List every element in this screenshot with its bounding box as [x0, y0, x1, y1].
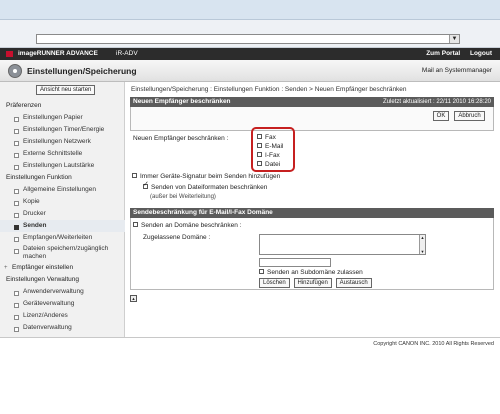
- sidebar-item-store-access-files[interactable]: Dateien speichern/zugänglich machen: [0, 244, 125, 262]
- sidebar-category-preferences: Präferenzen: [6, 102, 42, 109]
- settings-gear-icon: [8, 64, 22, 78]
- page-title: Einstellungen/Speicherung: [27, 66, 137, 76]
- sidebar-item-external-interface[interactable]: Externe Schnittstelle: [0, 148, 125, 160]
- add-button[interactable]: Hinzufügen: [293, 278, 332, 288]
- sidebar: Ansicht neu starten Präferenzen Einstell…: [0, 82, 125, 337]
- section-header: Neuen Empfänger beschränken Zuletzt aktu…: [130, 97, 494, 107]
- sidebar-item-receive-forward[interactable]: Empfangen/Weiterleiten: [0, 232, 125, 244]
- sidebar-item-device-management[interactable]: Geräteverwaltung: [0, 298, 125, 310]
- domain-input[interactable]: [259, 258, 331, 267]
- sidebar-item-copy[interactable]: Kopie: [0, 196, 125, 208]
- ifax-label: I-Fax: [265, 152, 280, 159]
- except-note: (außer bei Weiterleitung): [150, 194, 216, 200]
- domain-panel: Senden an Domäne beschränken : Zugelasse…: [130, 218, 494, 290]
- sidebar-item-paper[interactable]: Einstellungen Papier: [0, 112, 125, 124]
- allowed-domain-list[interactable]: ▲ ▼: [259, 234, 426, 255]
- subdomain-checkbox[interactable]: [259, 268, 264, 274]
- subdomain-option[interactable]: Senden an Subdomäne zulassen: [259, 268, 363, 276]
- email-label: E-Mail: [265, 143, 284, 150]
- ok-button[interactable]: OK: [433, 111, 449, 121]
- file-label: Datei: [265, 161, 281, 168]
- signature-option[interactable]: Immer Geräte-Signatur beim Senden hinzuf…: [132, 172, 281, 180]
- replace-button[interactable]: Austausch: [335, 278, 372, 288]
- fax-label: Fax: [265, 134, 276, 141]
- domain-restrict-label: Senden an Domäne beschränken :: [141, 222, 242, 229]
- restrict-recipient-label: Neuen Empfänger beschränken :: [133, 135, 229, 142]
- device-name: iR-ADV: [116, 50, 138, 57]
- sidebar-item-timer-energy[interactable]: Einstellungen Timer/Energie: [0, 124, 125, 136]
- formats-checkbox[interactable]: [143, 180, 149, 189]
- portal-link[interactable]: Zum Portal: [426, 50, 460, 57]
- sidebar-item-network[interactable]: Einstellungen Netzwerk: [0, 136, 125, 148]
- ifax-option[interactable]: I-Fax: [257, 151, 280, 160]
- copyright: Copyright CANON INC. 2010 All Rights Res…: [373, 341, 494, 347]
- delete-button[interactable]: Löschen: [259, 278, 290, 288]
- formats-option[interactable]: Senden von Dateiformaten beschränken: [143, 180, 268, 191]
- main-content: Einstellungen/Speicherung : Einstellunge…: [125, 82, 500, 337]
- sidebar-item-license-other[interactable]: Lizenz/Anderes: [0, 310, 125, 322]
- email-checkbox[interactable]: [257, 142, 262, 148]
- section-title: Neuen Empfänger beschränken: [133, 98, 231, 105]
- cancel-button[interactable]: Abbruch: [454, 111, 485, 121]
- sidebar-item-data-management[interactable]: Datenverwaltung: [0, 322, 125, 334]
- reset-view-button[interactable]: Ansicht neu starten: [36, 85, 96, 95]
- canon-logo-icon: [6, 51, 13, 57]
- breadcrumb: Einstellungen/Speicherung : Einstellunge…: [131, 86, 407, 93]
- address-dropdown-icon[interactable]: ▼: [449, 35, 459, 43]
- subdomain-label: Senden an Subdomäne zulassen: [267, 269, 363, 276]
- sidebar-item-send[interactable]: Senden: [0, 220, 125, 232]
- sidebar-item-volume[interactable]: Einstellungen Lautstärke: [0, 160, 125, 172]
- fax-checkbox[interactable]: [257, 133, 262, 139]
- sidebar-category-management-settings: Einstellungen Verwaltung: [6, 276, 79, 283]
- domain-section-header: Sendebeschränkung für E-Mail/I-Fax Domän…: [130, 208, 494, 218]
- file-option[interactable]: Datei: [257, 160, 281, 169]
- formats-label: Senden von Dateiformaten beschränken: [151, 184, 268, 191]
- sidebar-category-function-settings: Einstellungen Funktion: [6, 174, 72, 181]
- signature-checkbox[interactable]: [132, 172, 137, 178]
- ifax-checkbox[interactable]: [257, 151, 262, 157]
- sidebar-item-general-settings[interactable]: Allgemeine Einstellungen: [0, 184, 125, 196]
- domain-restrict-option[interactable]: Senden an Domäne beschränken :: [133, 221, 242, 229]
- last-updated: Zuletzt aktualisiert : 22/11 2010 16:28:…: [383, 99, 491, 105]
- address-field[interactable]: ▼: [36, 34, 460, 44]
- sidebar-item-printer[interactable]: Drucker: [0, 208, 125, 220]
- system-manager-link[interactable]: Mail an Systemmanager: [422, 67, 492, 74]
- top-header: imageRUNNER ADVANCE iR-ADV Zum Portal Lo…: [0, 48, 500, 60]
- sidebar-item-user-management[interactable]: Anwenderverwaltung: [0, 286, 125, 298]
- logout-link[interactable]: Logout: [470, 50, 492, 57]
- domain-buttons: Löschen Hinzufügen Austausch: [259, 278, 374, 288]
- signature-label: Immer Geräte-Signatur beim Senden hinzuf…: [140, 173, 281, 180]
- scroll-up-icon[interactable]: ▲: [420, 235, 425, 240]
- sidebar-list: Präferenzen Einstellungen Papier Einstel…: [0, 100, 125, 334]
- top-links: Zum Portal Logout: [418, 50, 492, 57]
- brand-name: imageRUNNER ADVANCE: [18, 50, 98, 57]
- browser-toolbar: ▼: [0, 20, 500, 48]
- footer-divider: [0, 337, 500, 338]
- sidebar-item-set-destination[interactable]: Empfänger einstellen: [0, 262, 125, 274]
- page-title-bar: Einstellungen/Speicherung Mail an System…: [0, 60, 500, 82]
- scroll-down-icon[interactable]: ▼: [420, 249, 425, 254]
- email-option[interactable]: E-Mail: [257, 142, 284, 151]
- scroll-top-icon[interactable]: ▲: [130, 295, 137, 302]
- browser-title-area: [0, 0, 500, 20]
- domain-list-scrollbar[interactable]: ▲ ▼: [419, 235, 425, 254]
- fax-option[interactable]: Fax: [257, 133, 276, 142]
- action-panel: OK Abbruch: [130, 107, 494, 131]
- domain-restrict-checkbox[interactable]: [133, 221, 138, 227]
- allowed-domain-label: Zugelassene Domäne :: [143, 234, 211, 241]
- file-checkbox[interactable]: [257, 160, 262, 166]
